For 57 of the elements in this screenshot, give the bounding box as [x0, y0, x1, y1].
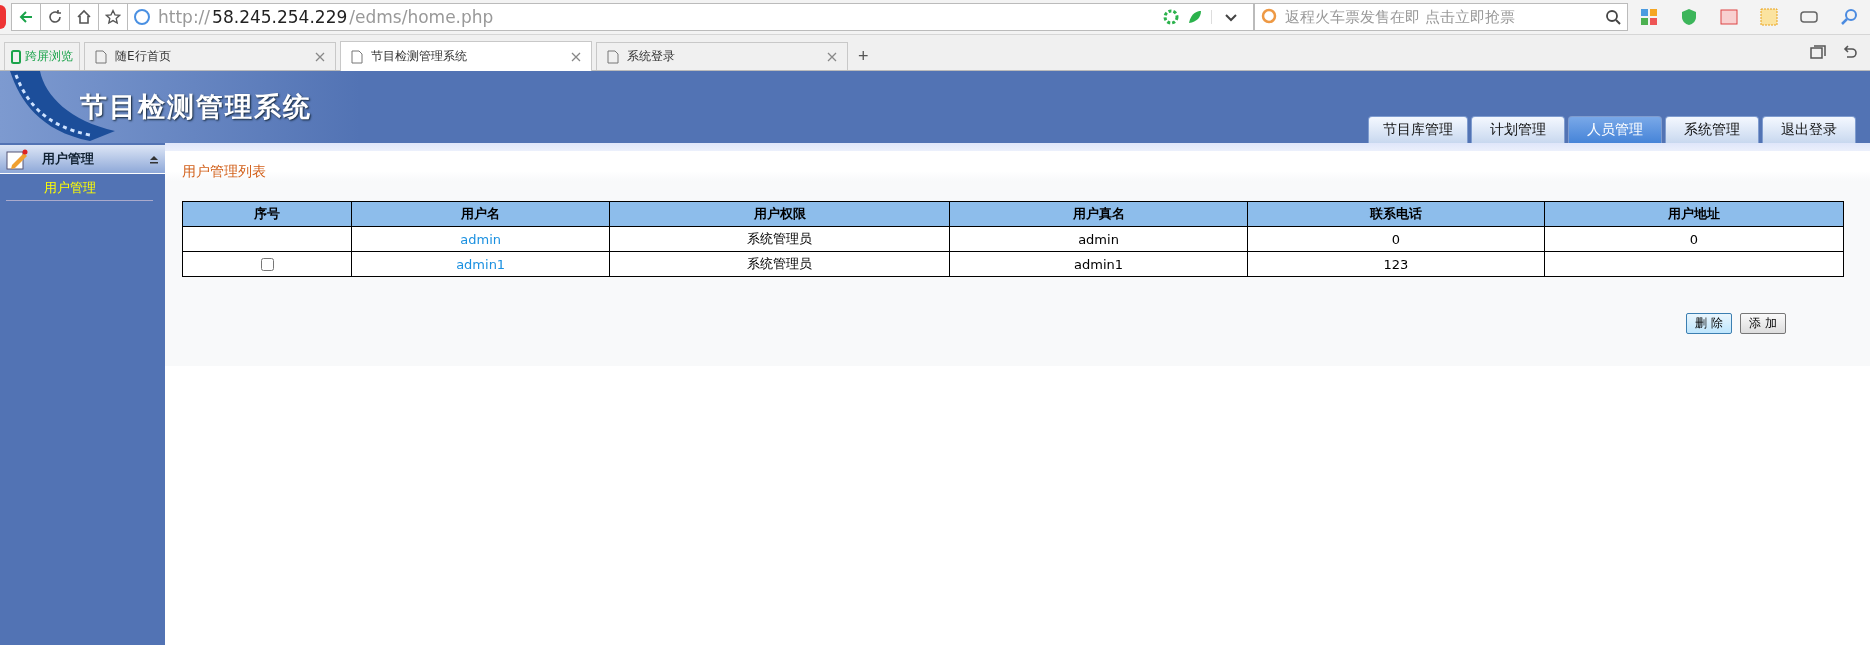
username-link[interactable]: admin — [460, 231, 501, 247]
column-header: 用户名 — [351, 201, 610, 227]
page-icon — [351, 49, 363, 64]
column-header: 用户真名 — [949, 201, 1248, 227]
logo-title: 节目检测管理系统 — [80, 90, 312, 124]
table-cell: admin — [1078, 231, 1119, 247]
table-cell: admin1 — [1074, 256, 1124, 272]
pencil-note-icon — [6, 148, 28, 170]
browser-tab[interactable]: 节目检测管理系统 — [340, 41, 592, 71]
bookmark-star-button[interactable] — [98, 3, 128, 31]
phone-icon — [11, 49, 21, 64]
column-header: 序号 — [182, 201, 352, 227]
home-icon — [76, 9, 92, 25]
table-cell: 系统管理员 — [747, 256, 813, 271]
collapse-icon[interactable] — [149, 154, 159, 164]
column-header: 联系电话 — [1247, 201, 1545, 227]
sidebar-item[interactable]: 用户管理 — [6, 176, 153, 201]
close-icon[interactable] — [315, 51, 325, 62]
column-header: 用户权限 — [609, 201, 950, 227]
nav-tab[interactable]: 计划管理 — [1471, 116, 1565, 143]
nav-tab[interactable]: 系统管理 — [1665, 116, 1759, 143]
list-title: 用户管理列表 — [182, 163, 267, 181]
back-button[interactable] — [11, 3, 41, 31]
shield-icon[interactable] — [1680, 8, 1698, 26]
table-cell: 系统管理员 — [747, 231, 813, 246]
browser-tab[interactable]: 系统登录 — [596, 42, 848, 70]
globe-icon — [134, 9, 150, 25]
new-tab-button[interactable]: + — [852, 42, 875, 70]
home-button[interactable] — [69, 3, 99, 31]
browser-tab[interactable]: 随E行首页 — [84, 42, 336, 70]
column-header: 用户地址 — [1544, 201, 1844, 227]
search-icon[interactable] — [1605, 9, 1621, 25]
back-arrow-icon — [18, 9, 34, 25]
reload-button[interactable] — [40, 3, 70, 31]
search-engine-icon — [1261, 8, 1279, 26]
magnifier-icon[interactable] — [1840, 8, 1858, 26]
page-icon — [95, 49, 107, 64]
close-icon[interactable] — [827, 51, 837, 62]
table-cell: 0 — [1689, 231, 1699, 247]
nav-tab[interactable]: 退出登录 — [1762, 116, 1856, 143]
star-icon — [105, 9, 121, 25]
table-cell: 0 — [1391, 231, 1400, 247]
sidebar-section-header[interactable]: 用户管理 — [0, 145, 165, 174]
row-checkbox[interactable] — [261, 257, 275, 271]
nav-tab[interactable]: 节目库管理 — [1368, 116, 1468, 143]
tabs-list-icon[interactable] — [1810, 44, 1826, 61]
browser-logo-icon — [0, 5, 6, 29]
search-field[interactable]: 返程火车票发售在即 点击立即抢票 — [1254, 3, 1628, 31]
page-icon — [607, 49, 619, 64]
reload-icon — [47, 9, 63, 25]
table-cell: 123 — [1383, 256, 1409, 272]
close-icon[interactable] — [571, 51, 581, 62]
action-button[interactable]: 删 除 — [1686, 313, 1733, 334]
undo-icon[interactable] — [1842, 44, 1858, 61]
action-button[interactable]: 添 加 — [1740, 313, 1786, 334]
address-field[interactable]: http://58.245.254.229/edms/home.php — [128, 3, 1254, 31]
apps-grid-icon[interactable] — [1640, 8, 1658, 26]
